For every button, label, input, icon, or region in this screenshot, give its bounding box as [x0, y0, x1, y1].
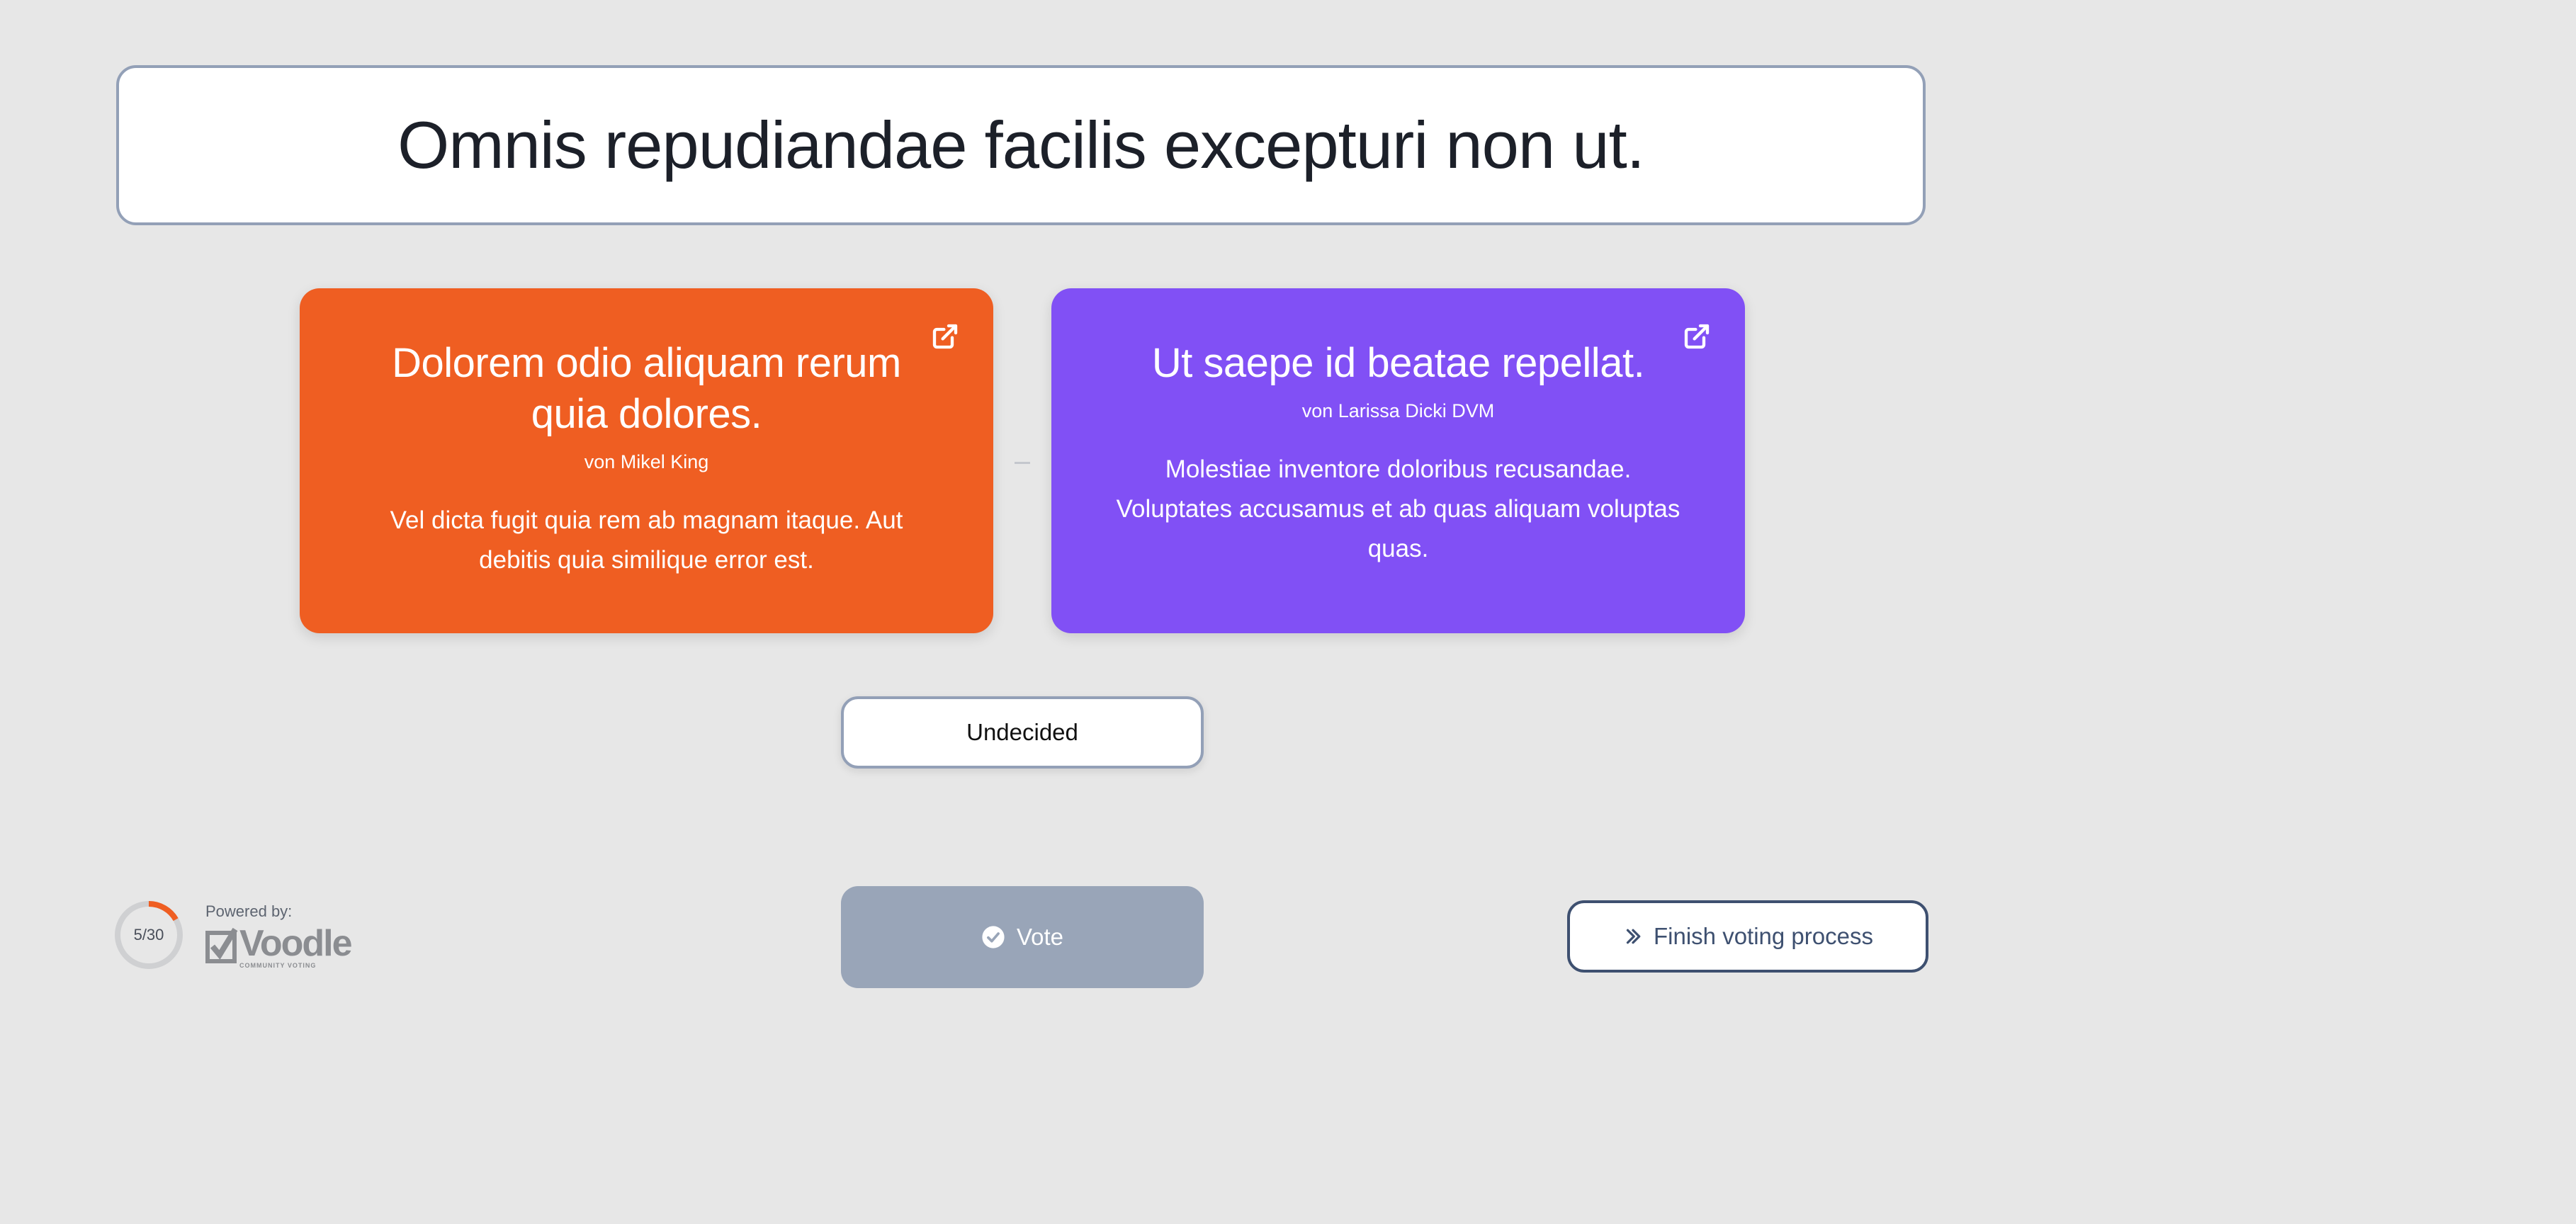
option-description: Vel dicta fugit quia rem ab magnam itaqu… [390, 506, 903, 574]
external-link-icon[interactable] [931, 322, 959, 351]
option-card-1[interactable]: Dolorem odio aliquam rerum quia dolores.… [300, 288, 993, 633]
powered-by: Powered by: Voodle COMMUNITY VOTING [205, 902, 352, 969]
logo-check-box-icon [205, 927, 238, 963]
question-box: Omnis repudiandae facilis excepturi non … [116, 65, 1926, 225]
vote-label: Vote [1016, 924, 1064, 950]
vote-button[interactable]: Vote [841, 886, 1204, 988]
logo-word: Voodle [239, 923, 352, 964]
powered-by-label: Powered by: [205, 902, 293, 920]
check-circle-icon [982, 926, 1005, 948]
finish-voting-label: Finish voting process [1654, 923, 1873, 949]
option-author: von Larissa Dicki DVM [1301, 400, 1495, 421]
external-link-icon[interactable] [1683, 322, 1711, 351]
finish-voting-button[interactable]: Finish voting process [1567, 900, 1928, 973]
option-card-2[interactable]: Ut saepe id beatae repellat. von Larissa… [1051, 288, 1745, 633]
progress-label: 5/30 [133, 926, 164, 944]
option-author: von Mikel King [584, 451, 709, 472]
option-separator [1015, 462, 1030, 464]
option-description: Molestiae inventore doloribus recusandae… [1116, 455, 1680, 562]
logo-subtitle: COMMUNITY VOTING [239, 962, 317, 969]
option-title: Dolorem odio aliquam rerum quia dolores. [392, 340, 901, 437]
voodle-logo: Voodle COMMUNITY VOTING [205, 923, 352, 969]
question-title: Omnis repudiandae facilis excepturi non … [397, 108, 1645, 182]
double-chevron-right-icon [1626, 929, 1641, 944]
undecided-button[interactable]: Undecided [841, 696, 1204, 769]
option-title: Ut saepe id beatae repellat. [1151, 340, 1645, 386]
progress-ring: 5/30 [113, 900, 184, 970]
